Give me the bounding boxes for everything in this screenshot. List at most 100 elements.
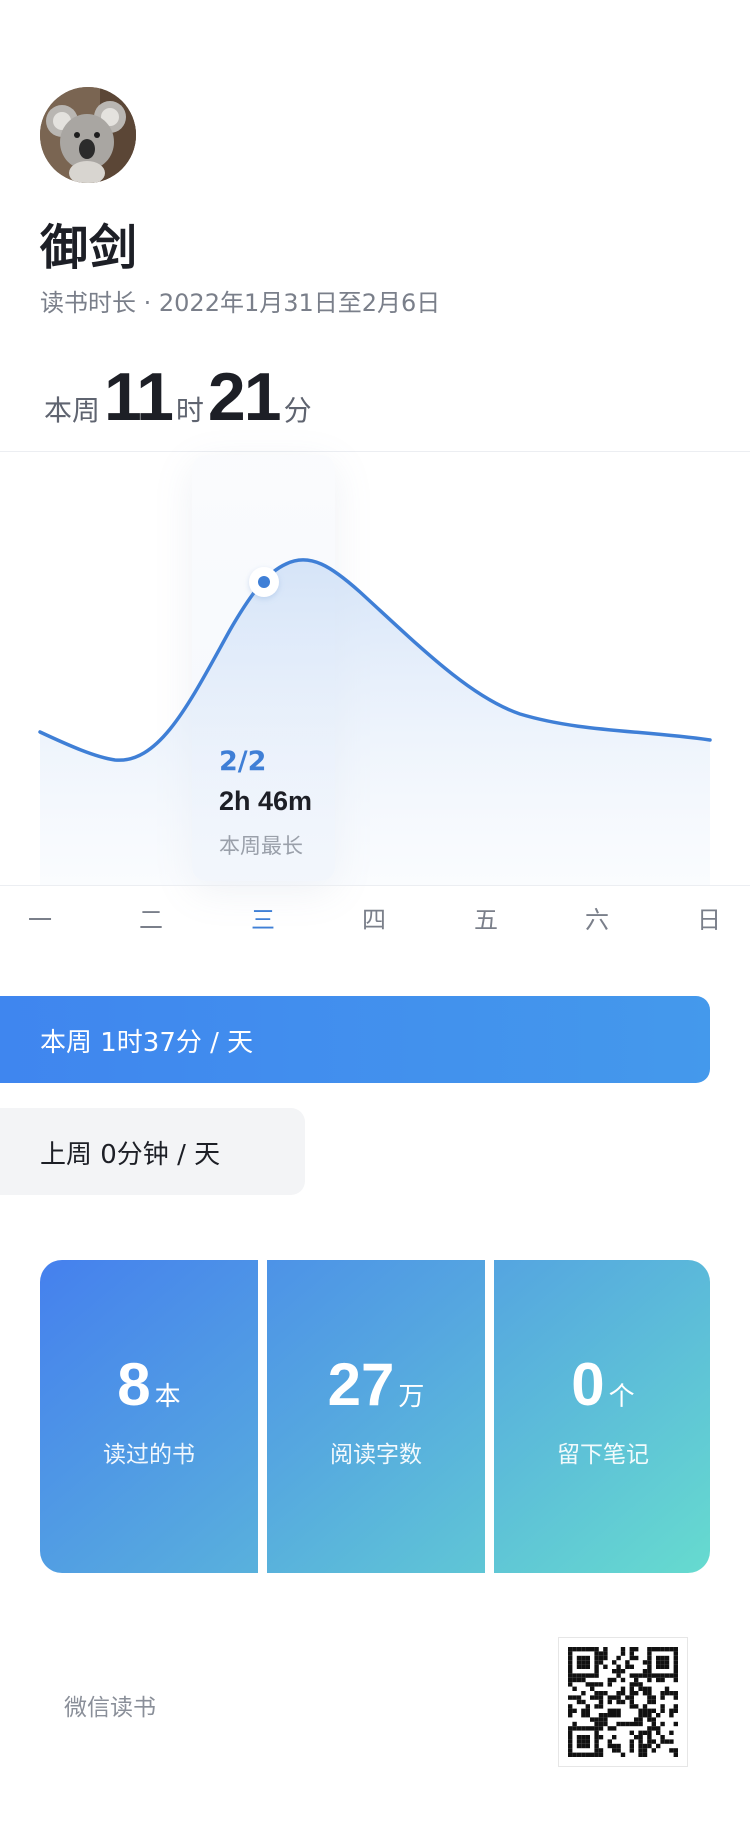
- user-name: 御剑: [40, 220, 139, 276]
- qr-module: [629, 1739, 634, 1744]
- qr-module: [629, 1699, 634, 1705]
- qr-module: [572, 1752, 577, 1757]
- qr-module: [616, 1713, 621, 1718]
- qr-module: [656, 1726, 661, 1731]
- qr-module: [660, 1691, 665, 1696]
- avatar[interactable]: [40, 87, 136, 183]
- qr-module: [572, 1721, 577, 1727]
- qr-module: [594, 1647, 599, 1652]
- qr-module: [612, 1660, 617, 1665]
- qr-module: [598, 1717, 604, 1722]
- stat-words-label: 阅读字数: [330, 1442, 422, 1468]
- week-total-minutes: 21: [207, 359, 282, 435]
- stat-notes[interactable]: 0 个 留下笔记: [494, 1260, 710, 1573]
- day-label-mon[interactable]: 一: [10, 900, 70, 935]
- stat-books[interactable]: 8 本 读过的书: [40, 1260, 258, 1573]
- qr-module: [594, 1730, 599, 1735]
- qr-module: [642, 1708, 648, 1713]
- qr-module: [590, 1647, 595, 1652]
- stat-separator: [258, 1260, 267, 1573]
- qr-module: [594, 1717, 599, 1722]
- qr-module: [594, 1726, 599, 1731]
- qr-module: [607, 1695, 612, 1700]
- qr-module: [629, 1695, 634, 1700]
- qr-module: [638, 1708, 643, 1713]
- day-label-thu[interactable]: 四: [344, 900, 404, 935]
- qr-module: [638, 1752, 643, 1757]
- qr-module: [616, 1748, 621, 1753]
- qr-module: [651, 1708, 656, 1713]
- qr-module: [673, 1677, 678, 1683]
- brand-name: 微信读书: [64, 1695, 156, 1721]
- qr-module: [673, 1673, 678, 1678]
- qr-module: [638, 1730, 643, 1735]
- day-label-fri[interactable]: 五: [456, 900, 516, 935]
- qr-module: [568, 1713, 573, 1718]
- reading-time-chart[interactable]: [0, 452, 750, 885]
- qr-module: [598, 1699, 604, 1705]
- qr-module: [660, 1647, 665, 1652]
- qr-module: [673, 1647, 678, 1652]
- day-label-wed[interactable]: 三: [233, 900, 293, 935]
- day-label-sat[interactable]: 六: [567, 900, 627, 935]
- stat-notes-value: 0: [571, 1351, 605, 1418]
- qr-module: [656, 1647, 661, 1652]
- qr-module: [607, 1677, 612, 1683]
- qr-module: [656, 1677, 661, 1683]
- qr-module: [616, 1655, 621, 1661]
- week-total-time: 本周 11 时 21 分: [40, 358, 316, 438]
- qr-module: [638, 1713, 643, 1718]
- qr-module: [576, 1677, 582, 1683]
- qr-module: [638, 1735, 643, 1740]
- date-range-subtitle: 读书时长 · 2022年1月31日至2月6日: [40, 289, 441, 317]
- day-label-sun[interactable]: 日: [679, 900, 739, 935]
- qr-module: [673, 1664, 678, 1669]
- qr-module: [585, 1704, 590, 1709]
- stat-words[interactable]: 27 万 阅读字数: [267, 1260, 485, 1573]
- qr-module: [576, 1664, 582, 1669]
- qr-module: [594, 1660, 599, 1665]
- stat-words-unit: 万: [398, 1382, 425, 1412]
- qr-module: [581, 1735, 586, 1740]
- qr-module: [594, 1695, 599, 1700]
- qr-module: [634, 1647, 639, 1652]
- qr-module: [612, 1708, 617, 1713]
- qr-module: [673, 1691, 678, 1696]
- qr-module: [620, 1669, 626, 1674]
- qr-module: [673, 1660, 678, 1665]
- stat-books-label: 读过的书: [103, 1442, 195, 1468]
- qr-module: [598, 1655, 604, 1661]
- qr-module: [607, 1726, 612, 1731]
- qr-module: [620, 1647, 626, 1652]
- qr-module: [642, 1713, 648, 1718]
- qr-module: [634, 1721, 639, 1727]
- qr-module: [664, 1691, 670, 1696]
- qr-module: [673, 1748, 678, 1753]
- tooltip-value: 2h 46m: [219, 786, 313, 816]
- qr-module: [581, 1647, 586, 1652]
- qr-module: [585, 1713, 590, 1718]
- qr-module: [660, 1721, 665, 1727]
- qr-module: [664, 1673, 670, 1678]
- qr-module: [585, 1752, 590, 1757]
- qr-module: [669, 1691, 674, 1696]
- qr-module: [656, 1664, 661, 1669]
- qr-module: [660, 1704, 665, 1709]
- qr-module: [572, 1708, 577, 1713]
- qr-module: [568, 1704, 573, 1709]
- qr-module: [629, 1748, 634, 1753]
- day-label-tue[interactable]: 二: [121, 900, 181, 935]
- qr-module: [616, 1743, 621, 1749]
- qr-module: [664, 1647, 670, 1652]
- qr-module: [568, 1655, 573, 1661]
- qr-module: [581, 1699, 586, 1705]
- qr-module: [638, 1739, 643, 1744]
- qr-module: [647, 1743, 652, 1749]
- qr-module: [664, 1739, 670, 1744]
- qr-module: [568, 1695, 573, 1700]
- qr-module: [638, 1743, 643, 1749]
- qr-module: [603, 1664, 608, 1669]
- qr-module: [598, 1713, 604, 1718]
- qr-module: [598, 1691, 604, 1696]
- qr-module: [651, 1748, 656, 1753]
